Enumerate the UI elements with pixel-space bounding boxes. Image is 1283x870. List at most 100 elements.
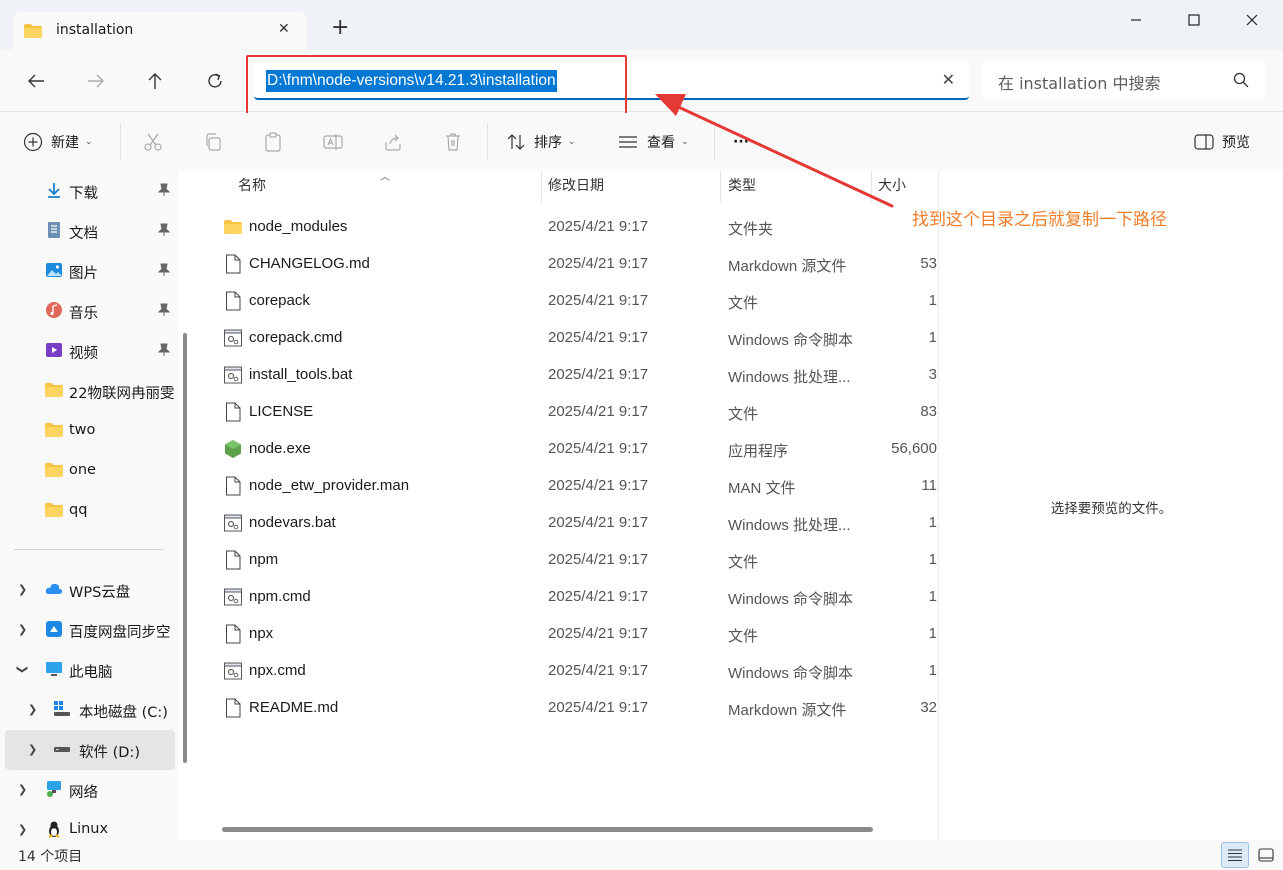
navigation-pane: 下载 文档 图片 音乐 视频 22物联网冉丽雯 two one qq ❯ WPS… <box>0 171 178 840</box>
view-icon <box>619 136 637 148</box>
new-button[interactable]: 新建 ⌄ <box>23 129 93 155</box>
file-date: 2025/4/21 9:17 <box>548 551 649 568</box>
chevron-right-icon[interactable]: ❯ <box>28 743 37 756</box>
sidebar-item-videos[interactable]: 视频 <box>0 331 178 371</box>
file-date: 2025/4/21 9:17 <box>548 255 649 272</box>
file-name: corepack.cmd <box>249 329 343 346</box>
pin-icon[interactable] <box>158 263 170 277</box>
column-header-size[interactable]: 大小 <box>878 171 906 203</box>
sidebar-item-downloads[interactable]: 下载 <box>0 171 178 211</box>
forward-button[interactable] <box>84 69 108 93</box>
pin-icon[interactable] <box>158 303 170 317</box>
column-divider[interactable] <box>871 171 872 203</box>
file-row[interactable]: CHANGELOG.md 2025/4/21 9:17 Markdown 源文件 53 <box>196 245 937 282</box>
sidebar-item-network[interactable]: ❯ 网络 <box>0 770 178 810</box>
sidebar-scrollbar[interactable] <box>183 333 187 763</box>
details-view-button[interactable] <box>1221 842 1249 868</box>
file-row[interactable]: node.exe 2025/4/21 9:17 应用程序 56,600 <box>196 430 937 467</box>
file-icon <box>224 698 242 718</box>
file-row[interactable]: npx 2025/4/21 9:17 文件 1 <box>196 615 937 652</box>
file-row[interactable]: node_modules 2025/4/21 9:17 文件夹 <box>196 208 937 245</box>
file-row[interactable]: npx.cmd 2025/4/21 9:17 Windows 命令脚本 1 <box>196 652 937 689</box>
back-button[interactable] <box>24 69 48 93</box>
file-name: README.md <box>249 699 339 716</box>
minimize-button[interactable] <box>1107 0 1165 40</box>
view-button[interactable]: 查看 ⌄ <box>617 129 689 155</box>
sidebar-item-wps-cloud[interactable]: ❯ WPS云盘 <box>0 570 178 610</box>
tiles-view-icon <box>1258 848 1274 862</box>
sidebar-item-drive-d[interactable]: ❯ 软件 (D:) <box>5 730 175 770</box>
preview-button[interactable]: 预览 <box>1194 129 1250 155</box>
sidebar-item-folder[interactable]: 22物联网冉丽雯 <box>0 371 178 411</box>
file-date: 2025/4/21 9:17 <box>548 329 649 346</box>
file-row[interactable]: npm 2025/4/21 9:17 文件 1 <box>196 541 937 578</box>
chevron-right-icon[interactable]: ❯ <box>18 823 27 836</box>
search-placeholder[interactable]: 在 installation 中搜索 <box>998 70 1161 94</box>
chevron-right-icon[interactable]: ❯ <box>18 783 27 796</box>
sidebar-item-documents[interactable]: 文档 <box>0 211 178 251</box>
file-row[interactable]: README.md 2025/4/21 9:17 Markdown 源文件 32 <box>196 689 937 726</box>
column-header-date[interactable]: 修改日期 <box>548 171 604 203</box>
file-row[interactable]: node_etw_provider.man 2025/4/21 9:17 MAN 文… <box>196 467 937 504</box>
sidebar-item-drive-c[interactable]: ❯ 本地磁盘 (C:) <box>0 690 178 730</box>
file-type: 文件 <box>728 628 759 645</box>
more-options-button[interactable]: ··· <box>733 129 749 155</box>
column-header-type[interactable]: 类型 <box>728 171 756 203</box>
file-row[interactable]: install_tools.bat 2025/4/21 9:17 Windows 批… <box>196 356 937 393</box>
sidebar-item-folder[interactable]: two <box>0 411 178 451</box>
new-label: 新建 <box>51 135 79 151</box>
address-path[interactable]: D:\fnm\node-versions\v14.21.3\installati… <box>266 70 557 92</box>
file-row[interactable]: nodevars.bat 2025/4/21 9:17 Windows 批处理...… <box>196 504 937 541</box>
search-box[interactable]: 在 installation 中搜索 <box>982 60 1265 100</box>
sidebar-item-label: 本地磁盘 (C:) <box>79 705 168 721</box>
cut-button[interactable] <box>142 131 164 153</box>
refresh-icon <box>208 73 222 88</box>
share-button[interactable] <box>382 131 404 153</box>
sidebar-item-folder[interactable]: one <box>0 451 178 491</box>
rename-button[interactable] <box>322 131 344 153</box>
file-icon <box>224 550 242 570</box>
delete-button[interactable] <box>442 131 464 153</box>
tab-installation[interactable]: installation ✕ <box>13 12 307 50</box>
file-row[interactable]: corepack 2025/4/21 9:17 文件 1 <box>196 282 937 319</box>
chevron-right-icon[interactable]: ❯ <box>18 623 27 636</box>
chevron-right-icon[interactable]: ❯ <box>28 703 37 716</box>
file-type: MAN 文件 <box>728 480 796 497</box>
sidebar-item-music[interactable]: 音乐 <box>0 291 178 331</box>
file-name: node.exe <box>249 440 311 457</box>
tab-close-icon[interactable]: ✕ <box>278 21 290 37</box>
sidebar-item-this-pc[interactable]: ❯ 此电脑 <box>0 650 178 690</box>
chevron-down-icon[interactable]: ❯ <box>16 665 29 674</box>
file-icon <box>224 291 242 311</box>
up-button[interactable] <box>143 69 167 93</box>
file-row[interactable]: npm.cmd 2025/4/21 9:17 Windows 命令脚本 1 <box>196 578 937 615</box>
pin-icon[interactable] <box>158 183 170 197</box>
pin-icon[interactable] <box>158 343 170 357</box>
pin-icon[interactable] <box>158 223 170 237</box>
maximize-button[interactable] <box>1165 0 1223 40</box>
rename-icon <box>323 134 343 150</box>
close-window-button[interactable] <box>1223 0 1281 40</box>
address-bar[interactable]: D:\fnm\node-versions\v14.21.3\installati… <box>254 60 969 100</box>
paste-button[interactable] <box>262 131 284 153</box>
sidebar-item-linux[interactable]: ❯ Linux <box>0 810 178 840</box>
column-divider[interactable] <box>541 171 542 203</box>
sidebar-item-baidu-netdisk[interactable]: ❯ 百度网盘同步空 <box>0 610 178 650</box>
chevron-right-icon[interactable]: ❯ <box>18 583 27 596</box>
column-divider[interactable] <box>720 171 721 203</box>
copy-button[interactable] <box>202 131 224 153</box>
new-tab-button[interactable]: + <box>331 17 349 39</box>
refresh-button[interactable] <box>203 69 227 93</box>
file-date: 2025/4/21 9:17 <box>548 440 649 457</box>
clear-address-icon[interactable]: ✕ <box>942 70 955 89</box>
divider <box>120 123 121 161</box>
column-header-name[interactable]: 名称 <box>238 171 266 203</box>
music-icon <box>46 302 62 318</box>
file-row[interactable]: LICENSE 2025/4/21 9:17 文件 83 <box>196 393 937 430</box>
sort-button[interactable]: 排序 ⌄ <box>506 129 576 155</box>
tiles-view-button[interactable] <box>1252 842 1280 868</box>
horizontal-scrollbar[interactable] <box>222 827 873 832</box>
sidebar-item-pictures[interactable]: 图片 <box>0 251 178 291</box>
sidebar-item-folder[interactable]: qq <box>0 491 178 531</box>
file-row[interactable]: corepack.cmd 2025/4/21 9:17 Windows 命令脚本 1 <box>196 319 937 356</box>
